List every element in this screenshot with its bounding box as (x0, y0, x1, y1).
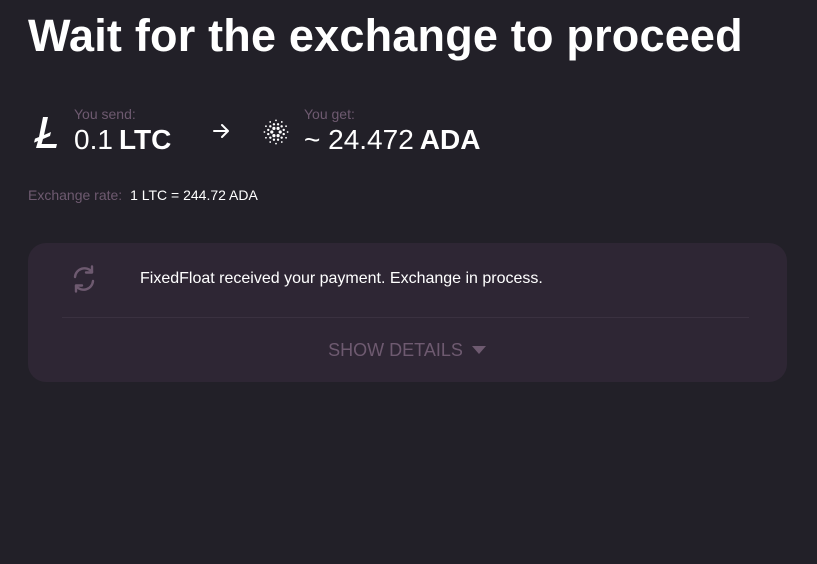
exchange-rate: Exchange rate: 1 LTC = 244.72 ADA (28, 187, 258, 203)
show-details-label: SHOW DETAILS (328, 340, 463, 360)
divider (62, 317, 749, 318)
get-amount-line: ~ 24.472 ADA (304, 122, 480, 158)
status-card: FixedFloat received your payment. Exchan… (28, 243, 787, 382)
caret-down-icon (471, 345, 486, 354)
get-block: You get: ~ 24.472 ADA (262, 106, 480, 158)
exchange-status-page: Wait for the exchange to proceed You sen… (0, 0, 817, 564)
exchange-rate-value: 1 LTC = 244.72 ADA (130, 187, 258, 203)
send-label: You send: (74, 106, 136, 122)
arrow-right-icon (213, 124, 229, 138)
get-label: You get: (304, 106, 355, 122)
exchange-rate-label: Exchange rate: (28, 187, 123, 203)
refresh-icon (73, 265, 95, 293)
cardano-icon (262, 112, 290, 152)
send-amount: 0.1 (74, 124, 113, 155)
litecoin-icon (30, 112, 62, 152)
show-details-button[interactable]: SHOW DETAILS (28, 340, 787, 361)
status-message: FixedFloat received your payment. Exchan… (140, 270, 543, 287)
page-title: Wait for the exchange to proceed (28, 10, 743, 61)
get-amount: ~ 24.472 (304, 124, 414, 155)
send-currency: LTC (118, 124, 172, 155)
send-amount-line: 0.1 LTC (74, 122, 171, 158)
get-currency: ADA (419, 124, 481, 155)
send-block: You send: 0.1 LTC (30, 106, 171, 158)
